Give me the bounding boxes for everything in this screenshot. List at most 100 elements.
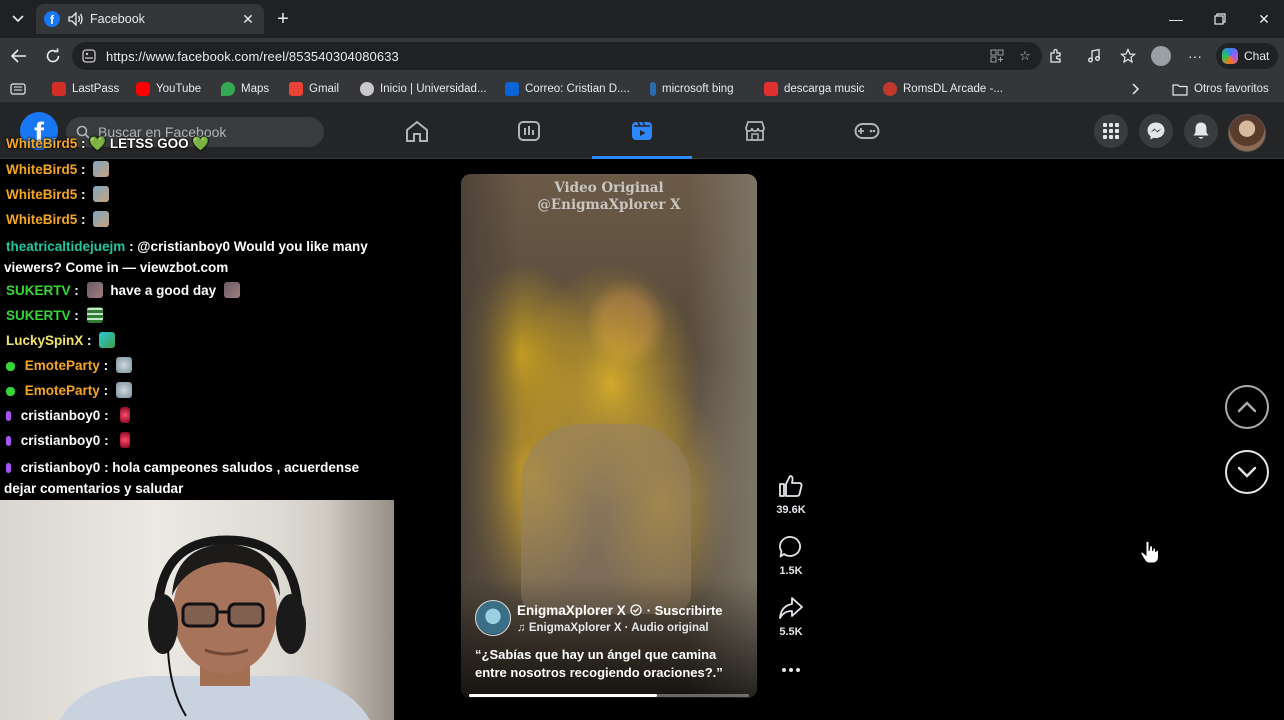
bookmark-descarga-music[interactable]: descarga music — [764, 81, 865, 97]
verified-icon — [630, 604, 642, 616]
hand-cursor-icon — [1140, 540, 1160, 569]
marketplace-icon — [745, 121, 765, 141]
facebook-favicon-icon: f — [44, 11, 60, 27]
reel-progress-bar[interactable] — [469, 694, 749, 697]
address-bar[interactable]: https://www.facebook.com/reel/8535403040… — [72, 42, 1042, 70]
chat-message: cristianboy0 : hola campeones saludos , … — [4, 460, 360, 496]
reel-video-player[interactable]: Video Original @EnigmaXplorer X EnigmaXp… — [461, 174, 757, 698]
reel-author-avatar[interactable] — [475, 600, 511, 636]
nav-reels[interactable] — [592, 103, 692, 159]
notifications-button[interactable] — [1184, 114, 1218, 148]
bing-icon — [650, 82, 656, 96]
maps-icon — [221, 82, 235, 96]
streamer-webcam-figure — [60, 535, 370, 720]
gaming-icon — [854, 123, 880, 139]
previous-reel-button[interactable] — [1225, 385, 1269, 429]
like-button[interactable]: 39.6K — [774, 474, 808, 516]
comment-count: 1.5K — [779, 565, 803, 577]
bookmark-universidad[interactable]: Inicio | Universidad... — [360, 81, 487, 97]
emote-icon — [115, 357, 132, 373]
account-avatar[interactable] — [1228, 114, 1266, 152]
chevron-up-icon — [1237, 401, 1257, 413]
more-horizontal-icon — [782, 668, 800, 672]
bookmark-bing[interactable]: microsoft bing — [650, 81, 734, 97]
url-text: https://www.facebook.com/reel/8535403040… — [106, 48, 399, 64]
close-window-icon[interactable]: ✕ — [1244, 6, 1284, 32]
menu-grid-icon — [1103, 123, 1119, 139]
chat-message: cristianboy0 : — [6, 432, 396, 449]
tab-list-button[interactable] — [6, 8, 30, 30]
bookmarks-overflow-chevron-icon[interactable] — [1132, 81, 1140, 97]
restore-window-icon[interactable] — [1200, 6, 1240, 32]
bookmark-youtube[interactable]: YouTube — [136, 81, 201, 97]
youtube-icon — [136, 82, 150, 96]
chat-message: SUKERTV : — [6, 307, 396, 324]
stream-chat-overlay: WhiteBird5 : 💚 LETSS GOO 💚 WhiteBird5 : … — [0, 132, 400, 500]
bookmark-maps[interactable]: Maps — [221, 81, 269, 97]
share-button[interactable]: 5.5K — [774, 596, 808, 638]
browser-tab-strip: f Facebook ✕ + — ✕ — [0, 0, 1284, 38]
emote-icon — [93, 211, 110, 227]
reel-progress-fill — [469, 694, 657, 697]
nav-video[interactable] — [479, 103, 579, 159]
copilot-chat-button[interactable]: Chat — [1216, 43, 1278, 69]
chat-message: SUKERTV : have a good day — [6, 282, 396, 299]
bookmark-lastpass[interactable]: LastPass — [52, 81, 119, 97]
reel-author: EnigmaXplorer X · Suscribirte ♫ EnigmaXp… — [475, 600, 723, 636]
comment-button[interactable]: 1.5K — [774, 535, 808, 577]
universidad-icon — [360, 82, 374, 96]
emote-icon — [120, 407, 131, 423]
messenger-button[interactable] — [1139, 114, 1173, 148]
bookmark-correo[interactable]: Correo: Cristian D.... — [505, 81, 630, 97]
bookmark-romsdl[interactable]: RomsDL Arcade -... — [883, 81, 1003, 97]
messenger-icon — [1147, 122, 1165, 140]
media-control-icon[interactable] — [1084, 46, 1104, 66]
reload-icon[interactable] — [40, 43, 66, 69]
romsdl-icon — [883, 82, 897, 96]
minimize-window-icon[interactable]: — — [1156, 6, 1196, 32]
browser-toolbar: https://www.facebook.com/reel/8535403040… — [0, 38, 1284, 75]
menu-grid-button[interactable] — [1094, 114, 1128, 148]
copilot-icon — [1222, 48, 1238, 64]
back-arrow-icon[interactable] — [6, 43, 32, 69]
chevron-down-icon — [1237, 466, 1257, 478]
reel-audio[interactable]: ♫ EnigmaXplorer X · Audio original — [517, 622, 723, 634]
speaker-icon[interactable] — [68, 11, 84, 27]
chat-message: WhiteBird5 : 💚 LETSS GOO 💚 — [6, 136, 210, 151]
browser-tab-facebook[interactable]: f Facebook ✕ — [36, 4, 264, 34]
thumbs-up-icon — [779, 475, 803, 497]
streamer-badge-icon — [6, 463, 11, 473]
reels-icon — [632, 121, 652, 140]
chat-message: WhiteBird5 : — [6, 161, 396, 178]
gmail-icon — [289, 82, 303, 96]
close-tab-icon[interactable]: ✕ — [240, 11, 256, 27]
more-actions-button[interactable] — [774, 660, 808, 685]
webcam-overlay — [0, 500, 394, 720]
subscribe-button[interactable]: · Suscribirte — [647, 603, 723, 618]
nav-gaming[interactable] — [817, 103, 917, 159]
favorite-star-icon[interactable]: ☆ — [1016, 47, 1034, 65]
chat-message: EmoteParty : — [6, 382, 396, 399]
favorites-icon[interactable] — [1118, 46, 1138, 66]
copilot-chat-label: Chat — [1244, 49, 1270, 63]
other-favorites[interactable]: Otros favoritos — [1172, 81, 1269, 97]
reel-author-name[interactable]: EnigmaXplorer X — [517, 603, 626, 618]
comment-icon — [779, 536, 801, 558]
app-available-icon[interactable] — [988, 47, 1006, 65]
emote-icon — [86, 307, 103, 323]
more-options-icon[interactable]: ··· — [1185, 46, 1205, 66]
new-tab-icon[interactable]: + — [272, 8, 294, 30]
reading-view-icon[interactable] — [10, 81, 26, 97]
site-info-icon[interactable] — [82, 49, 96, 63]
nav-marketplace[interactable] — [705, 103, 805, 159]
chevron-down-icon — [12, 15, 24, 23]
share-icon — [779, 597, 803, 619]
emote-icon — [120, 432, 131, 448]
extensions-icon[interactable] — [1046, 46, 1066, 66]
profile-avatar[interactable] — [1151, 46, 1171, 66]
chat-message: EmoteParty : — [6, 357, 396, 374]
folder-icon — [1172, 83, 1188, 96]
next-reel-button[interactable] — [1225, 450, 1269, 494]
reel-caption: “¿Sabías que hay un ángel que camina ent… — [475, 647, 723, 680]
bookmark-gmail[interactable]: Gmail — [289, 81, 339, 97]
